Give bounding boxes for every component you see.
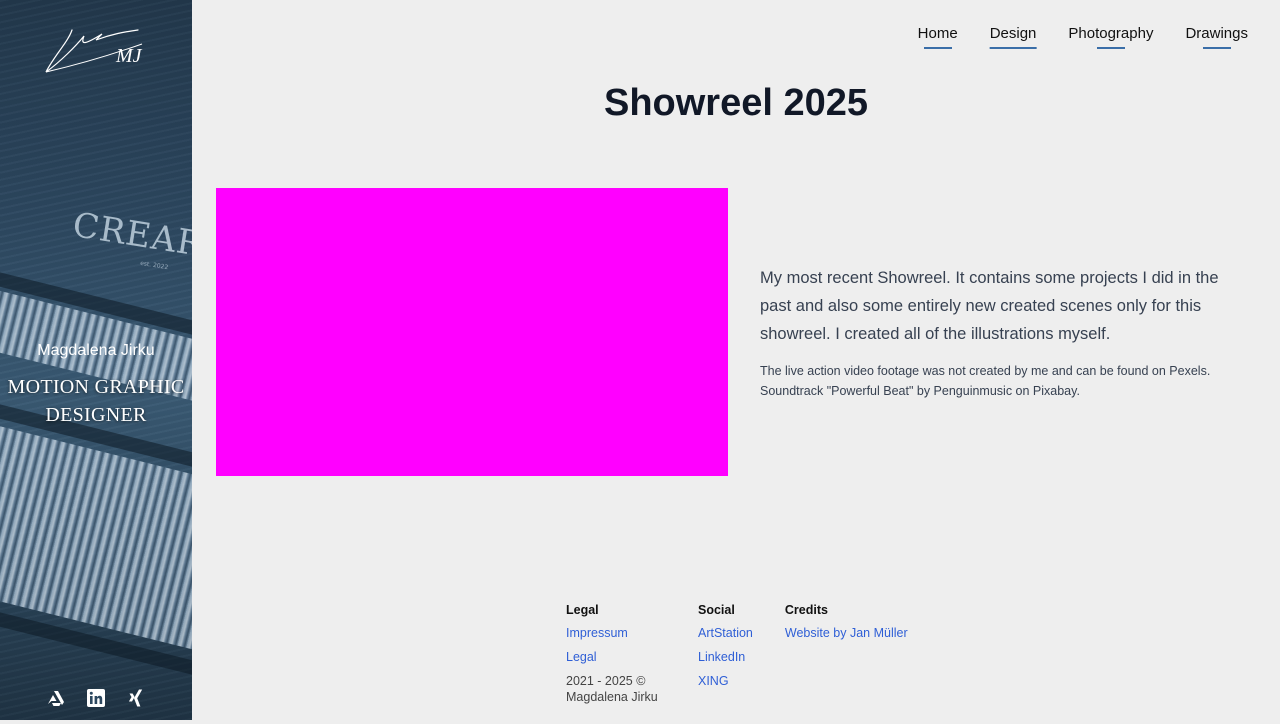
footer-social-heading: Social xyxy=(698,603,735,617)
designer-name: Magdalena Jirku xyxy=(37,342,155,359)
designer-role: MOTION GRAPHIC DESIGNER xyxy=(7,376,185,426)
showreel-description: My most recent Showreel. It contains som… xyxy=(760,264,1250,401)
footer-link-xing[interactable]: XING xyxy=(698,673,753,689)
signature-logo-icon: MJ xyxy=(45,29,143,73)
page-title: Showreel 2025 xyxy=(603,82,869,124)
sidebar: CREARTI est. 2022 MJ Magdalena Jirku MOT… xyxy=(0,0,192,720)
site-logo[interactable]: MJ xyxy=(42,22,146,78)
artstation-link[interactable] xyxy=(46,688,66,708)
footer-link-website-credit[interactable]: Website by Jan Müller xyxy=(785,625,908,641)
description-text: My most recent Showreel. It contains som… xyxy=(760,269,1219,343)
footer: Legal Impressum Legal 2021 - 2025 © Magd… xyxy=(566,603,908,705)
nav-home[interactable]: Home xyxy=(918,25,958,49)
footer-link-linkedin[interactable]: LinkedIn xyxy=(698,649,753,665)
credits-note: The live action video footage was not cr… xyxy=(760,361,1250,401)
credits-note-line-1: The live action video footage was not cr… xyxy=(760,364,1211,378)
artstation-icon xyxy=(48,691,64,706)
nav-drawings[interactable]: Drawings xyxy=(1185,25,1248,49)
linkedin-icon xyxy=(87,689,105,707)
nav-design[interactable]: Design xyxy=(990,25,1037,49)
credits-note-line-2: Soundtrack "Powerful Beat" by Penguinmus… xyxy=(760,384,1080,398)
social-icons xyxy=(0,688,192,708)
main-nav: Home Design Photography Drawings xyxy=(918,25,1248,49)
footer-credits-column: Credits Website by Jan Müller xyxy=(785,603,908,705)
linkedin-link[interactable] xyxy=(86,688,106,708)
copyright-text: 2021 - 2025 © Magdalena Jirku xyxy=(566,674,658,704)
logo-initials: MJ xyxy=(115,45,143,67)
showreel-video-player[interactable] xyxy=(216,188,728,476)
footer-credits-heading: Credits xyxy=(784,603,828,617)
footer-link-impressum[interactable]: Impressum xyxy=(566,625,666,641)
footer-legal-heading: Legal xyxy=(566,603,599,617)
xing-link[interactable] xyxy=(126,688,146,708)
footer-link-legal[interactable]: Legal xyxy=(566,649,666,665)
nav-photography[interactable]: Photography xyxy=(1068,25,1153,49)
footer-social-column: Social ArtStation LinkedIn XING xyxy=(698,603,753,705)
footer-link-artstation[interactable]: ArtStation xyxy=(698,625,753,641)
xing-icon xyxy=(128,689,143,707)
footer-legal-column: Legal Impressum Legal 2021 - 2025 © Magd… xyxy=(566,603,666,705)
